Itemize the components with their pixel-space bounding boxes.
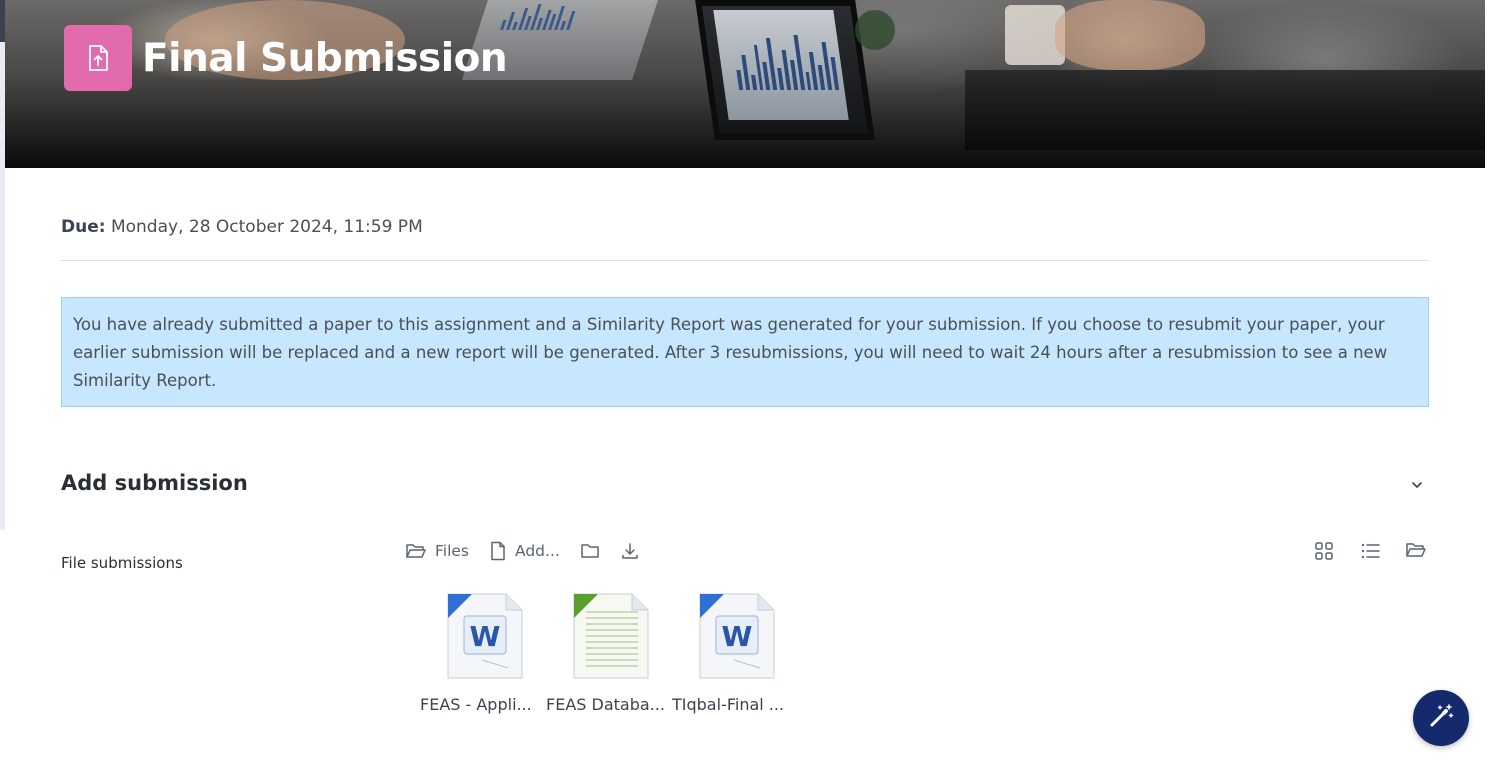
file-name: TIqbal-Final ... <box>672 695 785 714</box>
text-document-icon <box>564 588 654 683</box>
filepicker-toolbar: Files Add... <box>405 540 660 562</box>
add-label: Add... <box>515 542 560 560</box>
files-label: Files <box>435 542 470 560</box>
page-title: Final Submission <box>142 35 508 81</box>
file-item[interactable]: W FEAS - Appli... <box>420 588 546 714</box>
page-header: Final Submission <box>64 25 508 91</box>
file-name: FEAS - Appli... <box>420 695 532 714</box>
assignment-upload-icon <box>64 25 132 91</box>
svg-text:W: W <box>722 620 753 653</box>
similarity-info-alert: You have already submitted a paper to th… <box>61 297 1429 407</box>
files-breadcrumb-button[interactable]: Files <box>405 540 469 562</box>
add-submission-heading: Add submission <box>61 471 248 495</box>
header-banner: Final Submission <box>5 0 1485 168</box>
file-list: W FEAS - Appli... FEAS Databa... W TIqba… <box>420 588 798 714</box>
list-view-icon[interactable] <box>1359 540 1381 566</box>
grid-view-icon[interactable] <box>1313 540 1335 566</box>
magic-wand-assistant-button[interactable] <box>1413 690 1469 746</box>
tree-view-folder-icon[interactable] <box>1405 540 1427 566</box>
file-item[interactable]: FEAS Databa... <box>546 588 672 714</box>
folder-open-icon <box>405 541 427 561</box>
svg-text:W: W <box>470 620 501 653</box>
create-folder-button[interactable] <box>580 540 600 562</box>
file-icon <box>489 541 507 561</box>
folder-icon <box>580 542 600 560</box>
word-document-icon: W <box>690 588 780 683</box>
word-document-icon: W <box>438 588 528 683</box>
due-value: Monday, 28 October 2024, 11:59 PM <box>110 217 423 237</box>
view-mode-toolbar <box>1313 540 1427 566</box>
download-icon <box>620 541 640 561</box>
file-name: FEAS Databa... <box>546 695 665 714</box>
file-submissions-label: File submissions <box>61 554 183 572</box>
magic-wand-icon <box>1427 702 1455 734</box>
add-file-button[interactable]: Add... <box>489 540 560 562</box>
due-label: Due: <box>61 217 106 237</box>
divider <box>61 260 1429 261</box>
file-item[interactable]: W TIqbal-Final ... <box>672 588 798 714</box>
collapse-chevron-icon[interactable] <box>1408 476 1426 494</box>
download-all-button[interactable] <box>620 540 640 562</box>
due-date: Due: Monday, 28 October 2024, 11:59 PM <box>61 217 423 237</box>
